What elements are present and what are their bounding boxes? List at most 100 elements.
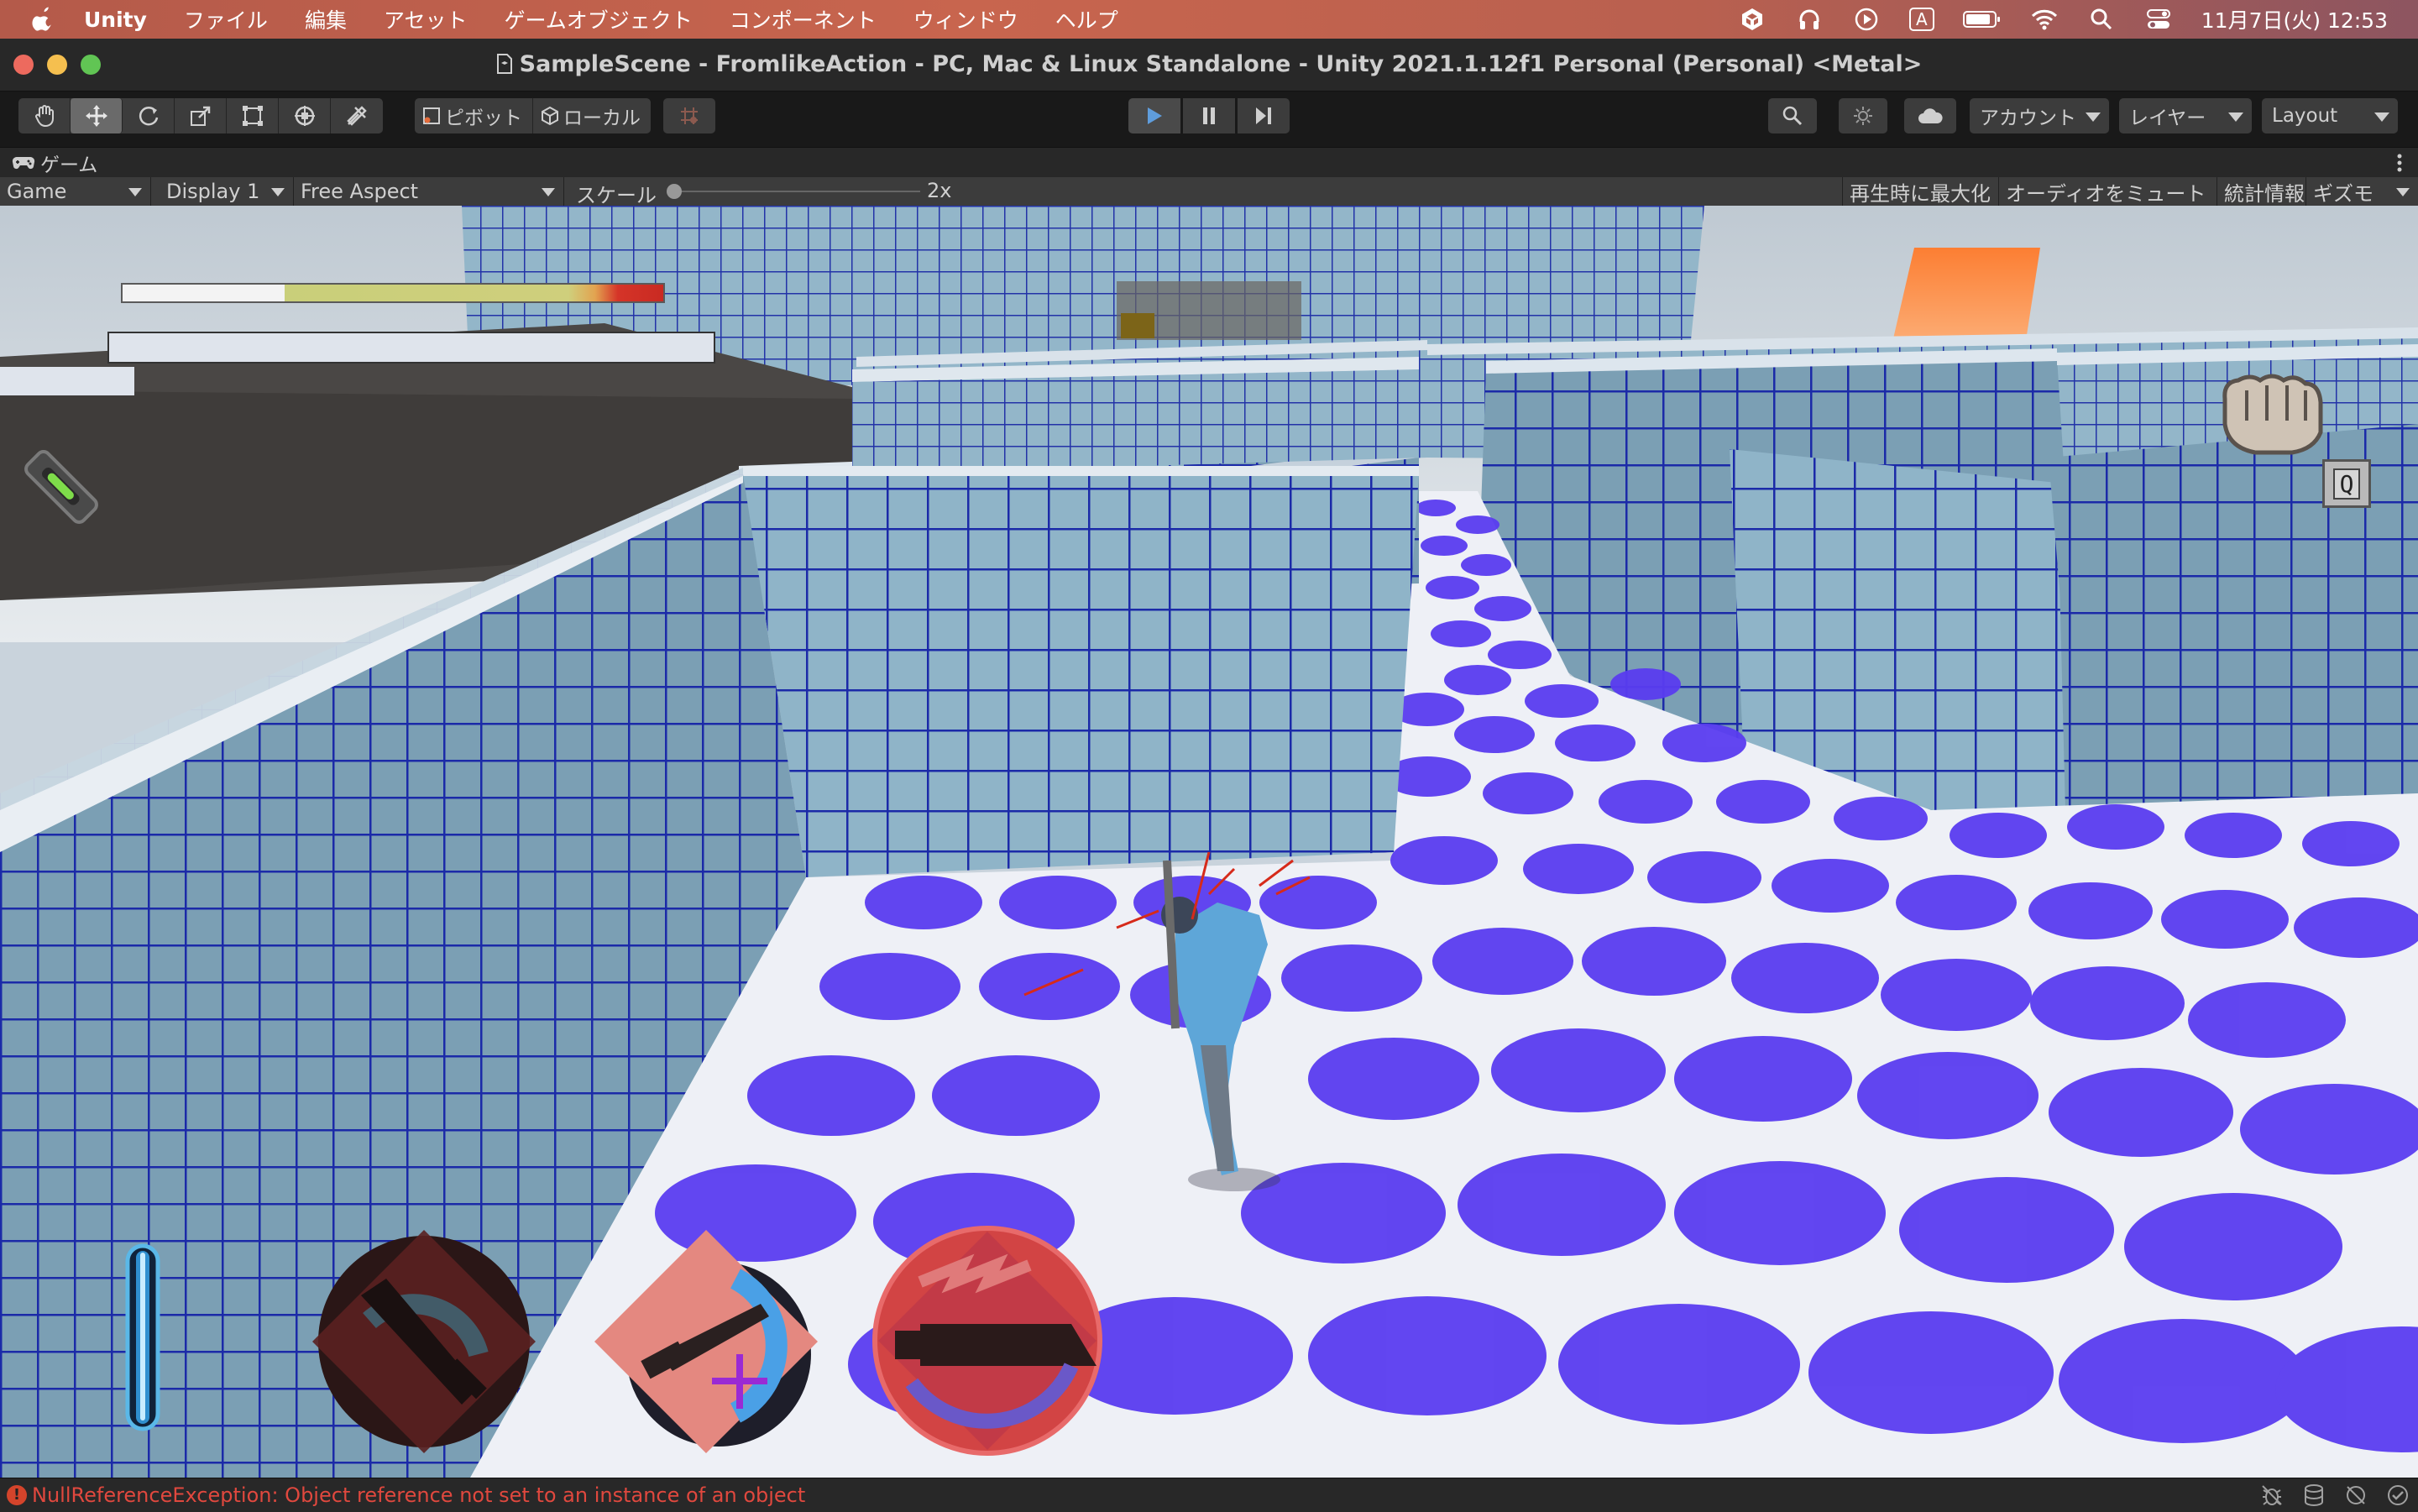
window-title: SampleScene - FromlikeAction - PC, Mac &… <box>0 51 2418 77</box>
layers-dropdown[interactable]: レイヤー <box>2119 98 2252 133</box>
fist-action-icon <box>2222 374 2323 455</box>
status-bar-icons <box>2242 1483 2410 1507</box>
aspect-dropdown[interactable]: Free Aspect <box>294 177 564 206</box>
menu-assets[interactable]: アセット <box>384 4 468 34</box>
headphones-icon[interactable] <box>1795 5 1824 34</box>
main-toolbar: ピボット ローカル アカウント レイヤー Layout <box>0 92 2418 147</box>
move-tool-icon[interactable] <box>71 98 123 133</box>
scale-slider-handle[interactable] <box>667 184 682 199</box>
input-source-label: A <box>1915 9 1928 29</box>
scale-slider-track[interactable] <box>672 191 920 192</box>
grid-snap-button[interactable] <box>663 98 715 133</box>
database-icon[interactable] <box>2302 1483 2326 1507</box>
display-dropdown[interactable]: Display 1 <box>160 177 294 206</box>
interact-key-badge: Q <box>2322 459 2371 508</box>
search-button[interactable] <box>1768 98 1817 133</box>
view-mode-label: Game <box>7 180 67 203</box>
chevron-down-icon <box>2086 112 2101 122</box>
menu-file[interactable]: ファイル <box>184 4 268 34</box>
mute-audio-toggle[interactable]: オーディオをミュート <box>1998 177 2212 206</box>
local-label: ローカル <box>563 107 641 129</box>
local-toggle[interactable]: ローカル <box>533 98 651 133</box>
console-error-message[interactable]: NullReferenceException: Object reference… <box>32 1483 805 1507</box>
pivot-icon <box>423 107 440 124</box>
account-label: アカウント <box>1980 107 2076 129</box>
sword-heal-skill-icon <box>594 1230 818 1453</box>
sword-swap-skill-icon <box>312 1230 536 1453</box>
stamina-bar-overflow <box>0 367 134 395</box>
collab-button[interactable] <box>1839 98 1887 133</box>
custom-tool-icon[interactable] <box>331 98 383 133</box>
tab-game[interactable]: ゲーム <box>0 148 97 178</box>
bug-debug-icon[interactable] <box>2260 1483 2284 1507</box>
display-label: Display 1 <box>166 180 260 203</box>
scene-document-icon <box>496 54 512 74</box>
menubar-clock[interactable]: 11月7日(火) 12:53 <box>2201 4 2388 34</box>
status-bar: ! NullReferenceException: Object referen… <box>0 1478 2418 1512</box>
game-viewport[interactable]: Q <box>0 206 2418 1478</box>
battery-icon[interactable] <box>1962 5 2002 34</box>
hand-tool-icon[interactable] <box>18 98 71 133</box>
more-options-icon[interactable] <box>2396 153 2403 173</box>
pivot-toggle[interactable]: ピボット <box>415 98 533 133</box>
rect-tool-icon[interactable] <box>227 98 279 133</box>
chevron-down-icon <box>2374 112 2389 122</box>
menu-edit[interactable]: 編集 <box>305 4 347 34</box>
maximize-on-play-label: 再生時に最大化 <box>1850 181 1991 206</box>
tab-game-label: ゲーム <box>40 154 98 176</box>
control-center-icon[interactable] <box>2144 5 2173 34</box>
account-dropdown[interactable]: アカウント <box>1970 98 2109 133</box>
layout-label: Layout <box>2272 105 2338 127</box>
wifi-icon[interactable] <box>2030 5 2059 34</box>
stats-label: 統計情報 <box>2224 181 2305 206</box>
pivot-label: ピボット <box>445 107 522 129</box>
grid-snap-icon <box>681 107 698 124</box>
pivot-local-toggles: ピボット ローカル <box>415 98 651 133</box>
local-cube-icon <box>542 106 558 126</box>
unity-icon[interactable] <box>1738 5 1766 34</box>
transform-tools <box>18 98 383 133</box>
input-source-icon[interactable]: A <box>1908 8 1934 31</box>
chevron-down-icon <box>2228 112 2243 122</box>
spotlight-search-icon[interactable] <box>2087 5 2116 34</box>
health-bar <box>121 283 665 303</box>
menu-component[interactable]: コンポーネント <box>730 4 877 34</box>
gizmos-label: ギズモ <box>2313 181 2374 206</box>
aspect-label: Free Aspect <box>301 180 419 203</box>
view-mode-dropdown[interactable]: Game <box>0 177 151 206</box>
layers-label: レイヤー <box>2129 107 2206 129</box>
menu-window[interactable]: ウィンドウ <box>913 4 1018 34</box>
window-title-text: SampleScene - FromlikeAction - PC, Mac &… <box>519 51 1923 77</box>
play-circle-icon[interactable] <box>1852 5 1881 34</box>
stats-toggle[interactable]: 統計情報 <box>2216 177 2311 206</box>
check-circle-icon[interactable] <box>2386 1483 2410 1507</box>
mana-gauge <box>125 1243 160 1431</box>
gizmos-toggle[interactable]: ギズモ <box>2305 177 2418 206</box>
maximize-on-play-toggle[interactable]: 再生時に最大化 <box>1842 177 1997 206</box>
game-view-toolbar: Game Display 1 Free Aspect スケール 2x 再生時に最… <box>0 177 2418 207</box>
scale-label: スケール <box>576 184 657 207</box>
game-tab-bar: ゲーム <box>0 147 2418 178</box>
error-icon[interactable]: ! <box>7 1485 27 1505</box>
play-button[interactable] <box>1128 98 1180 133</box>
gamepad-icon <box>12 156 35 170</box>
menu-gameobject[interactable]: ゲームオブジェクト <box>504 4 692 34</box>
apple-icon[interactable] <box>32 7 55 32</box>
progress-disabled-icon[interactable] <box>2344 1483 2368 1507</box>
pause-button[interactable] <box>1183 98 1235 133</box>
rotate-tool-icon[interactable] <box>123 98 175 133</box>
search-icon <box>1782 106 1803 126</box>
window-title-bar: SampleScene - FromlikeAction - PC, Mac &… <box>0 39 2418 92</box>
app-menu-unity[interactable]: Unity <box>84 8 147 32</box>
stamina-bar-fill <box>109 333 714 362</box>
health-bar-fill <box>285 285 663 301</box>
menu-help[interactable]: ヘルプ <box>1055 4 1118 34</box>
mute-audio-label: オーディオをミュート <box>2006 181 2206 206</box>
step-button[interactable] <box>1238 98 1290 133</box>
cloud-icon <box>1918 108 1943 123</box>
scale-tool-icon[interactable] <box>175 98 227 133</box>
cloud-button[interactable] <box>1904 98 1956 133</box>
chevron-down-icon <box>542 188 555 196</box>
layout-dropdown[interactable]: Layout <box>2262 98 2398 133</box>
transform-tool-icon[interactable] <box>279 98 331 133</box>
